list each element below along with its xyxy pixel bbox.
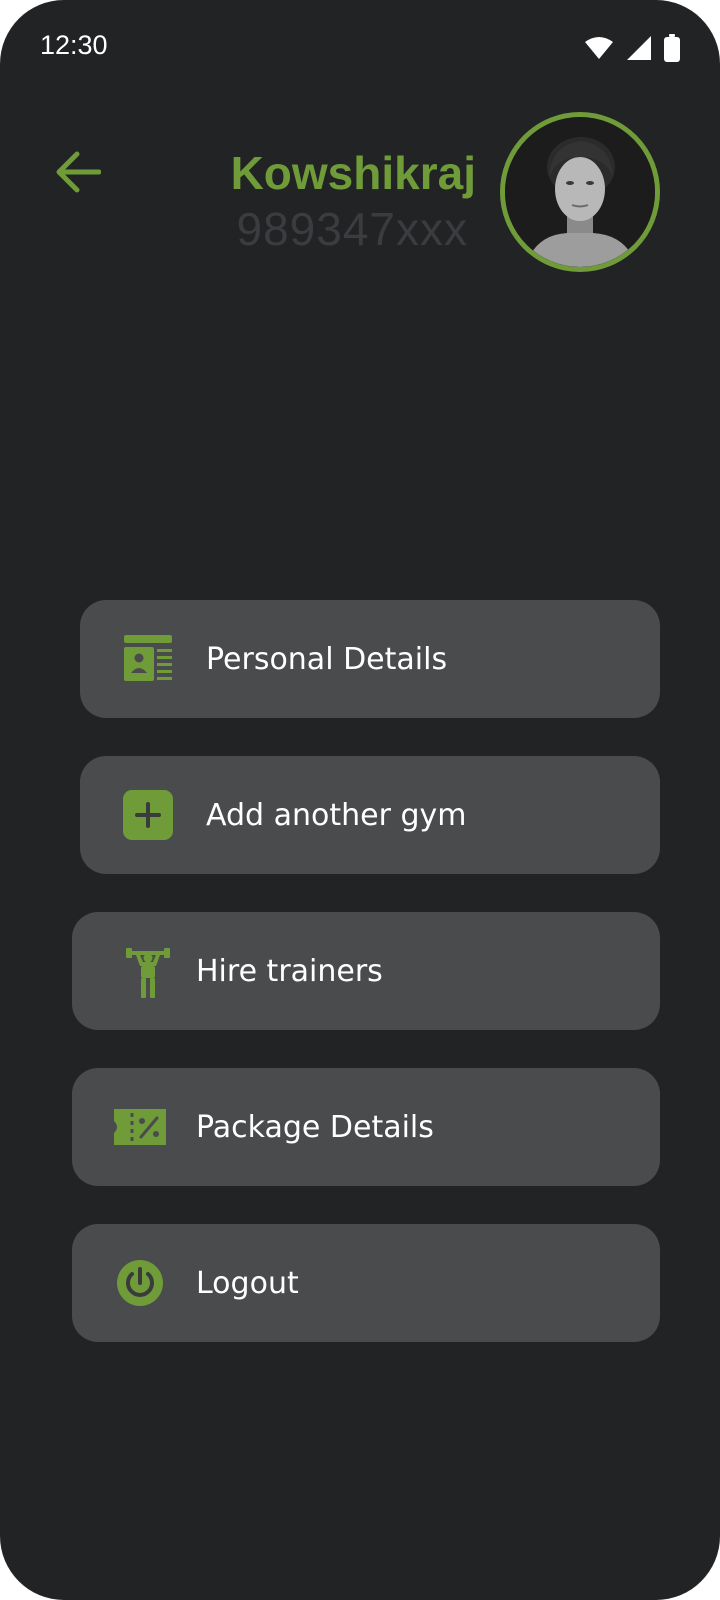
avatar-portrait-image (505, 117, 655, 267)
wifi-icon (584, 36, 614, 65)
plus-square-icon (120, 787, 176, 843)
menu-item-hire-trainers[interactable]: Hire trainers (72, 912, 660, 1030)
menu-item-package-details[interactable]: Package Details (72, 1068, 660, 1186)
cellular-signal-icon (626, 35, 652, 66)
menu-item-label: Add another gym (206, 797, 467, 833)
battery-icon (664, 34, 680, 67)
menu-item-label: Hire trainers (196, 953, 383, 989)
power-icon (112, 1255, 168, 1311)
menu-item-label: Package Details (196, 1109, 434, 1145)
menu-item-add-another-gym[interactable]: Add another gym (80, 756, 660, 874)
phone-screen: 12:30 Kowshikraj 989347xxx Personal Deta… (0, 0, 720, 1600)
status-time: 12:30 (40, 30, 108, 60)
discount-ticket-icon (112, 1099, 168, 1155)
menu-item-label: Personal Details (206, 641, 448, 677)
back-button[interactable] (50, 146, 106, 202)
id-card-icon (120, 631, 176, 687)
menu-item-label: Logout (196, 1265, 299, 1301)
weightlifter-icon (120, 943, 176, 999)
user-name: Kowshikraj (230, 147, 476, 199)
menu-item-logout[interactable]: Logout (72, 1224, 660, 1342)
user-phone: 989347xxx (236, 203, 468, 255)
menu-item-personal-details[interactable]: Personal Details (80, 600, 660, 718)
arrow-left-icon (55, 151, 102, 198)
avatar[interactable] (500, 112, 660, 272)
status-bar: 12:30 (0, 0, 720, 96)
status-icons (584, 34, 680, 67)
